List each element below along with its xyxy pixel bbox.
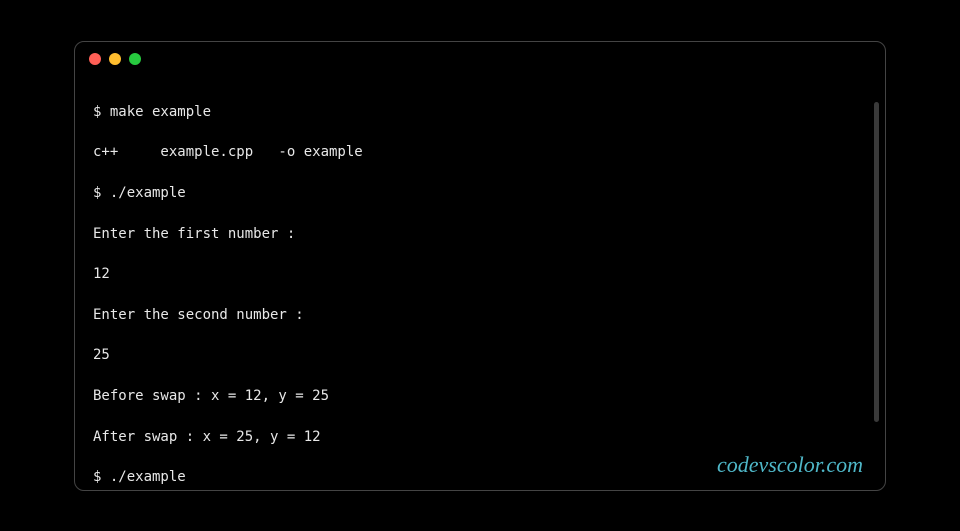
terminal-line: Enter the first number : xyxy=(93,224,867,244)
close-icon[interactable] xyxy=(89,53,101,65)
terminal-body[interactable]: $ make example c++ example.cpp -o exampl… xyxy=(75,76,885,491)
terminal-line: Before swap : x = 12, y = 25 xyxy=(93,386,867,406)
terminal-line: After swap : x = 25, y = 12 xyxy=(93,427,867,447)
scrollbar[interactable] xyxy=(874,102,879,422)
terminal-window: $ make example c++ example.cpp -o exampl… xyxy=(74,41,886,491)
maximize-icon[interactable] xyxy=(129,53,141,65)
terminal-line: $ ./example xyxy=(93,183,867,203)
minimize-icon[interactable] xyxy=(109,53,121,65)
terminal-line: 25 xyxy=(93,345,867,365)
title-bar xyxy=(75,42,885,76)
watermark: codevscolor.com xyxy=(717,452,863,478)
terminal-line: $ make example xyxy=(93,102,867,122)
terminal-line: c++ example.cpp -o example xyxy=(93,142,867,162)
terminal-line: Enter the second number : xyxy=(93,305,867,325)
terminal-line: 12 xyxy=(93,264,867,284)
